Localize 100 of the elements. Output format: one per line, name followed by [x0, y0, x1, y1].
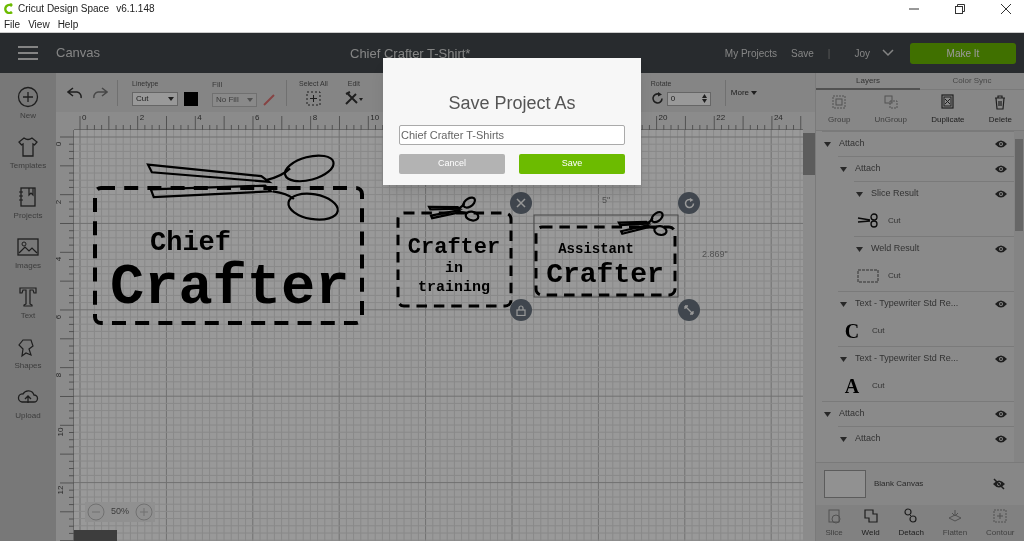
- ruler-label: 24: [773, 112, 783, 124]
- design-text: Chief: [150, 228, 231, 258]
- contour-icon: [992, 507, 1009, 524]
- ruler-label: 2: [53, 199, 65, 204]
- layer-group-label[interactable]: Attach: [839, 407, 994, 421]
- resize-icon: [684, 305, 694, 315]
- eye-icon[interactable]: [994, 298, 1008, 310]
- separator: |: [827, 46, 831, 61]
- layer-group-label[interactable]: Attach: [839, 137, 994, 151]
- rotate-field[interactable]: 0: [666, 91, 711, 106]
- save-button[interactable]: Save: [519, 154, 625, 174]
- scrollbar-thumb[interactable]: [1015, 139, 1023, 231]
- resize-handle[interactable]: [678, 299, 700, 321]
- eye-icon[interactable]: [994, 433, 1008, 445]
- scissors-icon: [857, 213, 879, 229]
- eye-icon[interactable]: [994, 408, 1008, 420]
- lock-icon: [516, 304, 526, 316]
- notebook-icon[interactable]: [17, 186, 39, 208]
- chevron-down-icon[interactable]: [882, 49, 894, 57]
- layer-group-label[interactable]: Slice Result: [871, 187, 994, 201]
- eye-icon[interactable]: [994, 138, 1008, 150]
- caret-icon[interactable]: [840, 301, 847, 307]
- close-icon: [516, 198, 526, 208]
- panel-tab[interactable]: Layers: [816, 73, 920, 90]
- horizontal-scrollbar[interactable]: [74, 530, 117, 541]
- flatten-icon: [947, 507, 963, 524]
- caret-icon: [247, 97, 253, 102]
- project-name-field[interactable]: Chief Crafter T-Shirts: [399, 125, 625, 145]
- layer-thumbnail: C: [844, 319, 860, 344]
- window-title: Cricut Design Space: [18, 2, 110, 16]
- text-icon[interactable]: [17, 286, 39, 308]
- design-text: Assistant: [558, 241, 634, 257]
- ungroup-icon: [882, 94, 899, 110]
- menu-item[interactable]: File: [4, 17, 21, 32]
- ruler-label: 8: [312, 112, 318, 124]
- layer-type-label: Cut: [872, 380, 885, 392]
- slice-icon: [826, 507, 843, 524]
- panel-action-button[interactable]: Detach: [898, 507, 924, 539]
- ruler-label: 6: [254, 112, 260, 124]
- selection-box[interactable]: [533, 214, 679, 298]
- caret-icon[interactable]: [840, 166, 847, 172]
- shirt-icon[interactable]: [17, 136, 39, 158]
- ruler-label: 0: [53, 141, 65, 147]
- zoom-level: 50%: [111, 505, 129, 519]
- color-swatch[interactable]: [184, 91, 198, 106]
- layer-group-label[interactable]: Attach: [855, 432, 994, 446]
- eye-icon[interactable]: [994, 243, 1008, 255]
- app-version: v6.1.148: [116, 2, 155, 16]
- header-link[interactable]: Save: [791, 45, 814, 61]
- caret-icon[interactable]: [840, 436, 847, 442]
- scrollbar-thumb[interactable]: [803, 133, 815, 175]
- select-all-icon[interactable]: [305, 90, 321, 106]
- layer-type-label: Cut: [888, 215, 901, 227]
- ruler-label: 4: [53, 257, 65, 262]
- panel-action-button[interactable]: Duplicate: [931, 94, 965, 126]
- caret-icon[interactable]: [824, 411, 831, 417]
- close-handle[interactable]: [510, 192, 532, 214]
- more-menu[interactable]: More: [730, 86, 758, 99]
- layer-group-label[interactable]: Text - Typewriter Std Re...: [855, 352, 994, 366]
- image-icon[interactable]: [17, 236, 39, 258]
- close-icon[interactable]: [1000, 2, 1012, 15]
- redo-icon[interactable]: [92, 85, 108, 100]
- user-name[interactable]: Joy: [854, 45, 870, 61]
- cancel-button[interactable]: Cancel: [399, 154, 505, 174]
- stepper-icon[interactable]: [701, 94, 707, 104]
- caret-icon[interactable]: [824, 141, 831, 147]
- edit-tools-icon[interactable]: [343, 90, 364, 106]
- sidebar-label[interactable]: New: [20, 110, 36, 122]
- rotate-icon: [650, 92, 664, 106]
- canvas-label: Blank Canvas: [874, 478, 924, 490]
- restore-icon[interactable]: [954, 2, 966, 15]
- caret-icon[interactable]: [856, 191, 863, 197]
- panel-action-button[interactable]: Delete: [988, 94, 1012, 126]
- rotate-handle[interactable]: [678, 192, 700, 214]
- caret-icon[interactable]: [856, 246, 863, 252]
- lock-handle[interactable]: [510, 299, 532, 321]
- project-title: Chief Crafter T-Shirt*: [350, 45, 471, 63]
- design-text: Crafter: [110, 256, 350, 320]
- linetype-select[interactable]: Cut: [132, 91, 178, 106]
- layer-group-label[interactable]: Weld Result: [871, 242, 994, 256]
- layer-group-label[interactable]: Attach: [855, 162, 994, 176]
- menu-item[interactable]: Help: [57, 17, 79, 32]
- layer-group-label[interactable]: Text - Typewriter Std Re...: [855, 297, 994, 311]
- layer-type-label: Cut: [872, 325, 885, 337]
- header-link[interactable]: My Projects: [724, 45, 778, 61]
- menu-item[interactable]: View: [28, 17, 50, 32]
- rectangle-icon: [857, 268, 879, 284]
- rotate-icon: [683, 197, 695, 209]
- panel-action-button[interactable]: Weld: [861, 507, 880, 539]
- caret-icon[interactable]: [840, 356, 847, 362]
- eye-icon[interactable]: [994, 163, 1008, 175]
- eye-icon[interactable]: [994, 188, 1008, 200]
- plus-icon[interactable]: [17, 86, 39, 108]
- eye-slash-icon[interactable]: [992, 478, 1006, 490]
- undo-icon[interactable]: [67, 85, 83, 100]
- make-it-button[interactable]: Make It: [910, 42, 1016, 64]
- ruler-label: 12: [55, 485, 67, 495]
- eye-icon[interactable]: [994, 353, 1008, 365]
- menu-icon[interactable]: [18, 46, 38, 60]
- canvas-swatch[interactable]: [824, 470, 866, 498]
